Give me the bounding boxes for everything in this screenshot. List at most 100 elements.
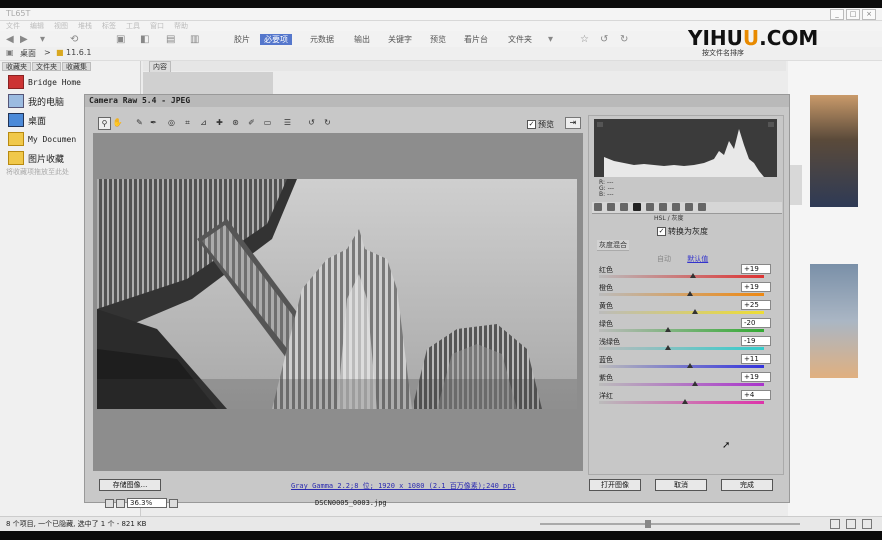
detail-view-icon[interactable] [846,519,856,529]
recent-icon[interactable]: ⟲ [70,34,78,45]
workflow-options-link[interactable]: Gray Gamma 2.2;8 位; 1920 x 1080 (2.1 百万像… [291,481,516,491]
red-eye-icon[interactable]: ⊛ [230,117,241,128]
menu-label[interactable]: 标签 [102,21,116,31]
thumbnail-size-slider[interactable] [540,520,800,528]
minimize-button[interactable]: _ [830,9,844,20]
refine-icon[interactable]: ◧ [140,34,149,45]
thumbnail-building-1[interactable] [810,95,858,207]
presets-tab-icon[interactable] [685,203,693,211]
rotate-cw-icon[interactable]: ↻ [322,117,333,128]
color-sampler-icon[interactable]: ✒ [148,117,159,128]
tab-metadata[interactable]: 元数据 [306,34,338,45]
zoom-dropdown-icon[interactable] [169,498,178,508]
preview-checkbox[interactable]: ✓ 预览 [527,119,554,130]
slider-value-input[interactable]: +19 [741,282,771,292]
target-adjust-icon[interactable]: ◎ [166,117,177,128]
favorite-bridge-home[interactable]: Bridge Home [8,75,81,89]
convert-gray-checkbox[interactable]: ✓ 转换为灰度 [657,226,708,237]
menu-edit[interactable]: 编辑 [30,21,44,31]
thumbnail-building-2[interactable] [810,264,858,378]
menu-stack[interactable]: 堆栈 [78,21,92,31]
cancel-button[interactable]: 取消 [655,479,707,491]
slider-track[interactable] [599,311,764,314]
menu-tools[interactable]: 工具 [126,21,140,31]
chevron-down-icon[interactable]: ▾ [40,34,45,45]
slider-track[interactable] [599,329,764,332]
tab-output[interactable]: 输出 [350,34,374,45]
output-icon[interactable]: ▥ [190,34,199,45]
save-image-button[interactable]: 存储图像... [99,479,161,491]
slider-track[interactable] [599,365,764,368]
default-link[interactable]: 默认值 [687,255,708,263]
menu-view[interactable]: 视图 [54,21,68,31]
tab-keywords[interactable]: 关键字 [384,34,416,45]
slider-thumb[interactable] [690,273,697,278]
slider-value-input[interactable]: +19 [741,264,771,274]
slider-thumb[interactable] [681,399,688,404]
tab-essentials[interactable]: 必要项 [260,34,292,45]
slider-value-input[interactable]: +4 [741,390,771,400]
rotate-left-icon[interactable]: ↺ [600,34,608,45]
slider-thumb[interactable] [665,345,672,350]
image-canvas[interactable]: 36.3% DSCN0005_0003.jpg [93,133,583,508]
open-image-button[interactable]: 打开图像 [589,479,641,491]
lens-tab-icon[interactable] [659,203,667,211]
list-view-icon[interactable] [862,519,872,529]
white-balance-tool-icon[interactable]: ✎ [134,117,145,128]
favorite-my-documents[interactable]: My Documen [8,132,76,146]
path-root[interactable]: 桌面 [20,48,36,59]
slider-value-input[interactable]: +11 [741,354,771,364]
straighten-tool-icon[interactable]: ⊿ [198,117,209,128]
preferences-icon[interactable]: ☰ [282,117,293,128]
adjustment-brush-icon[interactable]: ✐ [246,117,257,128]
open-icon[interactable]: ▤ [166,34,175,45]
slider-value-input[interactable]: -20 [741,318,771,328]
auto-link[interactable]: 自动 [657,255,671,263]
fullscreen-icon[interactable]: ⇥ [565,117,581,129]
slider-value-input[interactable]: +19 [741,372,771,382]
forward-icon[interactable]: ▶ [20,34,28,45]
tab-collections[interactable]: 收藏集 [62,62,91,71]
workspace-chevron-icon[interactable]: ▾ [548,34,553,45]
gradient-filter-icon[interactable]: ▭ [262,117,273,128]
basic-tab-icon[interactable] [594,203,602,211]
tab-folders-panel[interactable]: 文件夹 [32,62,61,71]
tab-preview[interactable]: 预览 [426,34,450,45]
slider-thumb[interactable] [665,327,672,332]
maximize-button[interactable]: □ [846,9,860,20]
checkbox-check-icon[interactable]: ✓ [527,120,536,129]
grid-view-icon[interactable] [830,519,840,529]
slider-value-input[interactable]: +25 [741,300,771,310]
hand-tool-icon[interactable]: ✋ [112,117,123,128]
done-button[interactable]: 完成 [721,479,773,491]
checkbox-check-icon[interactable]: ✓ [657,227,666,236]
favorite-my-computer[interactable]: 我的电脑 [8,94,64,108]
crop-tool-icon[interactable]: ⌗ [182,117,193,128]
slider-track[interactable] [599,293,764,296]
rotate-ccw-icon[interactable]: ↺ [306,117,317,128]
zoom-in-button[interactable] [116,498,125,508]
rating-filter-icon[interactable]: ☆ [580,34,589,45]
sort-dropdown[interactable]: 按文件名排序 [702,48,744,58]
slider-thumb[interactable] [691,381,698,386]
slider-thumb[interactable] [686,291,693,296]
spot-removal-icon[interactable]: ✚ [214,117,225,128]
split-toning-tab-icon[interactable] [646,203,654,211]
snapshots-tab-icon[interactable] [698,203,706,211]
zoom-out-button[interactable] [105,498,114,508]
slider-track[interactable] [599,347,764,350]
tab-filmstrip[interactable]: 胶片 [230,34,254,45]
rotate-right-icon[interactable]: ↻ [620,34,628,45]
slider-value-input[interactable]: -19 [741,336,771,346]
close-button[interactable]: × [862,9,876,20]
zoom-tool-icon[interactable]: ⚲ [98,117,111,130]
path-folder[interactable]: 11.6.1 [66,48,91,57]
camera-icon[interactable]: ▣ [116,34,125,45]
favorite-my-pictures[interactable]: 图片收藏 [8,151,64,165]
hsl-tab-icon[interactable] [633,203,641,211]
tab-light-table[interactable]: 看片台 [460,34,492,45]
tone-curve-tab-icon[interactable] [607,203,615,211]
tab-favorites[interactable]: 收藏夹 [2,62,31,71]
slider-track[interactable] [599,383,764,386]
slider-track[interactable] [599,275,764,278]
